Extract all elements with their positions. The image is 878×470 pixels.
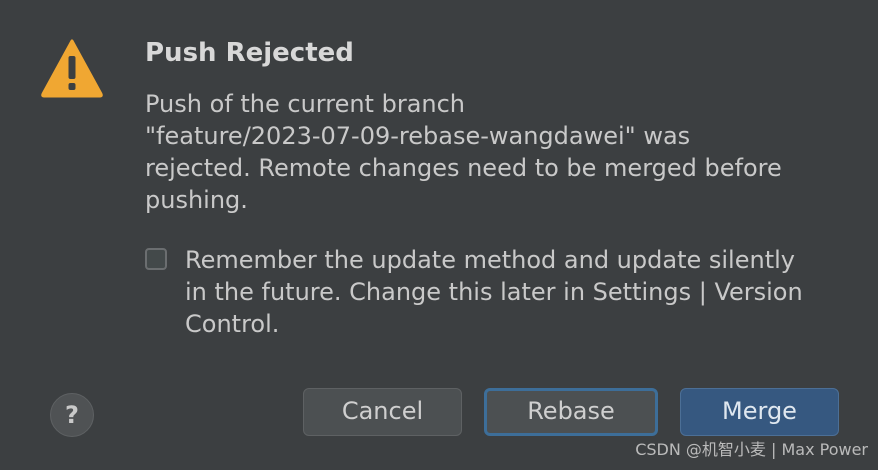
message-line: rejected. Remote changes need to be merg… — [145, 154, 782, 182]
push-rejected-dialog: Push Rejected Push of the current branch… — [0, 0, 878, 470]
remember-label[interactable]: Remember the update method and update si… — [185, 244, 865, 340]
help-button[interactable]: ? — [50, 393, 94, 437]
question-mark-icon: ? — [65, 401, 79, 429]
remember-line: in the future. Change this later in Sett… — [185, 278, 803, 306]
remember-line: Control. — [185, 310, 280, 338]
message-line: "feature/2023-07-09-rebase-wangdawei" wa… — [145, 122, 691, 150]
message-line: Push of the current branch — [145, 90, 466, 118]
merge-button[interactable]: Merge — [680, 388, 839, 436]
rebase-button[interactable]: Rebase — [484, 388, 658, 436]
dialog-title: Push Rejected — [145, 38, 354, 68]
cancel-button[interactable]: Cancel — [303, 388, 462, 436]
remember-checkbox[interactable] — [145, 248, 167, 270]
message-line: pushing. — [145, 186, 248, 214]
watermark: CSDN @机智小麦 | Max Power — [635, 440, 868, 459]
warning-icon — [41, 39, 103, 98]
dialog-message: Push of the current branch "feature/2023… — [145, 88, 845, 216]
remember-line: Remember the update method and update si… — [185, 246, 795, 274]
